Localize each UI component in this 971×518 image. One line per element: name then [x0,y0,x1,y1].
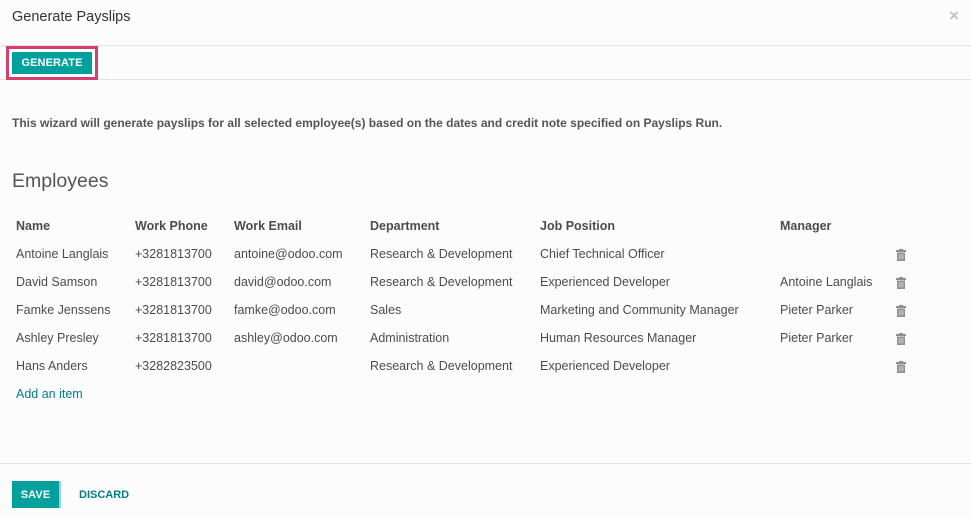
cell-work-email[interactable] [230,352,366,380]
cell-job-position[interactable]: Experienced Developer [536,268,776,296]
employees-table: Name Work Phone Work Email Department Jo… [12,212,922,408]
column-header-department[interactable]: Department [366,212,536,240]
column-header-work-phone[interactable]: Work Phone [131,212,230,240]
cell-job-position[interactable]: Chief Technical Officer [536,240,776,268]
trash-icon[interactable] [896,332,906,345]
add-an-item-link[interactable]: Add an item [16,387,83,401]
cell-work-email[interactable]: david@odoo.com [230,268,366,296]
cell-name[interactable]: Ashley Presley [12,324,131,352]
cell-work-phone[interactable]: +3281813700 [131,268,230,296]
column-header-work-email[interactable]: Work Email [230,212,366,240]
cell-delete [892,352,922,380]
table-row[interactable]: Hans Anders +3282823500 Research & Devel… [12,352,922,380]
table-row[interactable]: Ashley Presley +3281813700 ashley@odoo.c… [12,324,922,352]
table-header-row: Name Work Phone Work Email Department Jo… [12,212,922,240]
cell-job-position[interactable]: Experienced Developer [536,352,776,380]
cell-department[interactable]: Administration [366,324,536,352]
cell-manager[interactable]: Pieter Parker [776,324,892,352]
cell-department[interactable]: Sales [366,296,536,324]
cell-work-phone[interactable]: +3282823500 [131,352,230,380]
cell-delete [892,268,922,296]
add-item-cell: Add an item [12,380,922,408]
table-row[interactable]: Famke Jenssens +3281813700 famke@odoo.co… [12,296,922,324]
cell-manager[interactable]: Pieter Parker [776,296,892,324]
wizard-description: This wizard will generate payslips for a… [12,116,723,130]
cell-department[interactable]: Research & Development [366,268,536,296]
cell-name[interactable]: Famke Jenssens [12,296,131,324]
cell-manager[interactable] [776,240,892,268]
modal-footer: SAVE DISCARD [0,463,971,518]
discard-button[interactable]: DISCARD [70,481,138,508]
column-header-actions [892,212,922,240]
close-icon[interactable]: × [949,6,959,26]
table-row[interactable]: David Samson +3281813700 david@odoo.com … [12,268,922,296]
cell-work-email[interactable]: antoine@odoo.com [230,240,366,268]
modal-header: Generate Payslips × [0,0,971,46]
column-header-name[interactable]: Name [12,212,131,240]
cell-delete [892,324,922,352]
cell-department[interactable]: Research & Development [366,240,536,268]
generate-payslips-dialog: Generate Payslips × GENERATE This wizard… [0,0,971,518]
modal-title: Generate Payslips [12,9,131,25]
add-item-row: Add an item [12,380,922,408]
highlight-annotation: GENERATE [6,46,98,80]
button-bar: GENERATE [0,46,971,80]
trash-icon[interactable] [896,248,906,261]
cell-name[interactable]: David Samson [12,268,131,296]
cell-name[interactable]: Antoine Langlais [12,240,131,268]
employees-section-title: Employees [12,170,109,192]
column-header-job-position[interactable]: Job Position [536,212,776,240]
save-button[interactable]: SAVE [12,481,61,508]
column-header-manager[interactable]: Manager [776,212,892,240]
cell-work-email[interactable]: ashley@odoo.com [230,324,366,352]
cell-delete [892,240,922,268]
trash-icon[interactable] [896,304,906,317]
cell-job-position[interactable]: Marketing and Community Manager [536,296,776,324]
cell-work-phone[interactable]: +3281813700 [131,240,230,268]
cell-name[interactable]: Hans Anders [12,352,131,380]
generate-button[interactable]: GENERATE [12,52,92,74]
cell-delete [892,296,922,324]
cell-work-phone[interactable]: +3281813700 [131,324,230,352]
cell-manager[interactable] [776,352,892,380]
cell-work-phone[interactable]: +3281813700 [131,296,230,324]
cell-work-email[interactable]: famke@odoo.com [230,296,366,324]
trash-icon[interactable] [896,360,906,373]
table-row[interactable]: Antoine Langlais +3281813700 antoine@odo… [12,240,922,268]
cell-job-position[interactable]: Human Resources Manager [536,324,776,352]
cell-manager[interactable]: Antoine Langlais [776,268,892,296]
cell-department[interactable]: Research & Development [366,352,536,380]
trash-icon[interactable] [896,276,906,289]
